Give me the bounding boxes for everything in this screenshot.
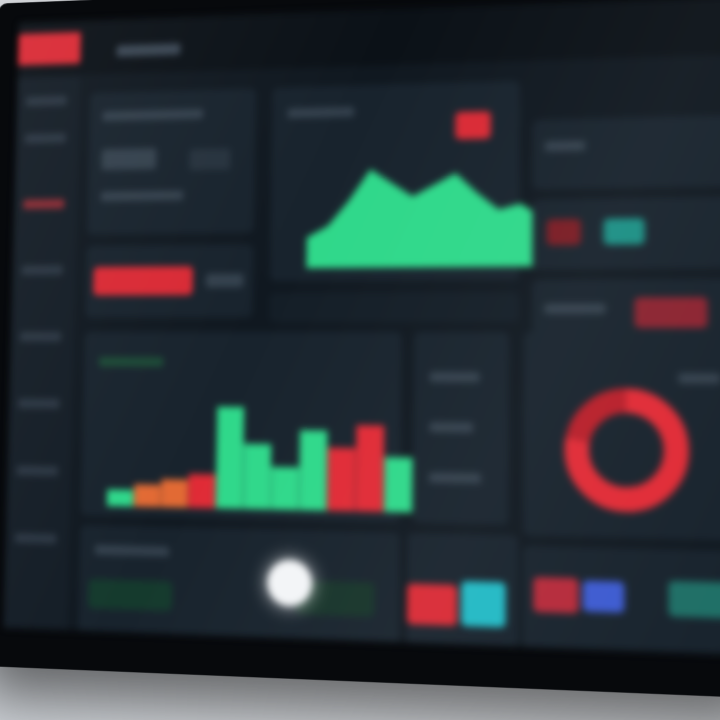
list-item [429, 371, 480, 383]
stats-card[interactable] [87, 88, 256, 235]
bar[interactable] [160, 479, 189, 508]
bar[interactable] [215, 406, 245, 509]
bottom-card[interactable] [406, 532, 519, 649]
swatch-teal [460, 581, 506, 628]
bar[interactable] [327, 447, 356, 512]
bottom-card-title [94, 544, 170, 557]
highlight-badge[interactable] [93, 266, 194, 296]
card-title [102, 108, 204, 122]
brand-logo[interactable] [17, 31, 82, 66]
sidebar-item-active[interactable] [23, 199, 65, 210]
top-bar [17, 0, 720, 77]
area-series [306, 165, 543, 269]
metric-label [544, 303, 606, 314]
list-item [428, 472, 482, 484]
bar-chart [106, 395, 414, 513]
sidebar-item[interactable] [16, 465, 59, 476]
chart-title [98, 356, 164, 367]
dashboard-screen [3, 0, 720, 655]
sidebar-item[interactable] [25, 95, 67, 107]
sidebar-item[interactable] [18, 398, 60, 409]
sidebar [3, 76, 80, 631]
card-caption [100, 190, 184, 202]
bar[interactable] [106, 489, 134, 507]
card-icon [189, 148, 231, 171]
bar[interactable] [355, 425, 385, 513]
metric-card[interactable] [532, 196, 720, 270]
swatch-blue [582, 580, 625, 613]
sidebar-item[interactable] [24, 133, 67, 144]
monitor [0, 0, 720, 699]
bar[interactable] [270, 466, 299, 511]
list-item [429, 422, 474, 433]
sidebar-item[interactable] [21, 265, 63, 276]
bar[interactable] [133, 484, 161, 508]
status-pill [87, 578, 173, 612]
bar[interactable] [243, 443, 272, 510]
swatch-red [533, 576, 579, 614]
chart-title [287, 106, 355, 119]
swatch-red [406, 583, 458, 626]
card-value [101, 148, 157, 171]
metric-card[interactable] [532, 114, 720, 190]
metric-swatch-red [634, 297, 708, 328]
metric-swatch-teal [603, 218, 645, 245]
metric-label [544, 140, 586, 152]
metric-swatch-red [546, 218, 582, 246]
bottom-card[interactable] [78, 524, 400, 645]
bar[interactable] [188, 473, 216, 509]
bottom-card[interactable] [522, 545, 720, 655]
summary-value [205, 273, 244, 288]
top-bar-title [116, 43, 181, 57]
bar[interactable] [384, 457, 413, 513]
list-card[interactable] [412, 331, 509, 525]
sidebar-item[interactable] [14, 533, 57, 544]
bar[interactable] [298, 430, 328, 511]
divider-panel [269, 291, 520, 323]
alert-badge[interactable] [455, 111, 491, 140]
sidebar-item[interactable] [19, 331, 62, 342]
swatch-teal [668, 580, 720, 619]
summary-card[interactable] [85, 244, 254, 318]
donut-chart [559, 368, 705, 535]
area-chart [306, 152, 543, 269]
